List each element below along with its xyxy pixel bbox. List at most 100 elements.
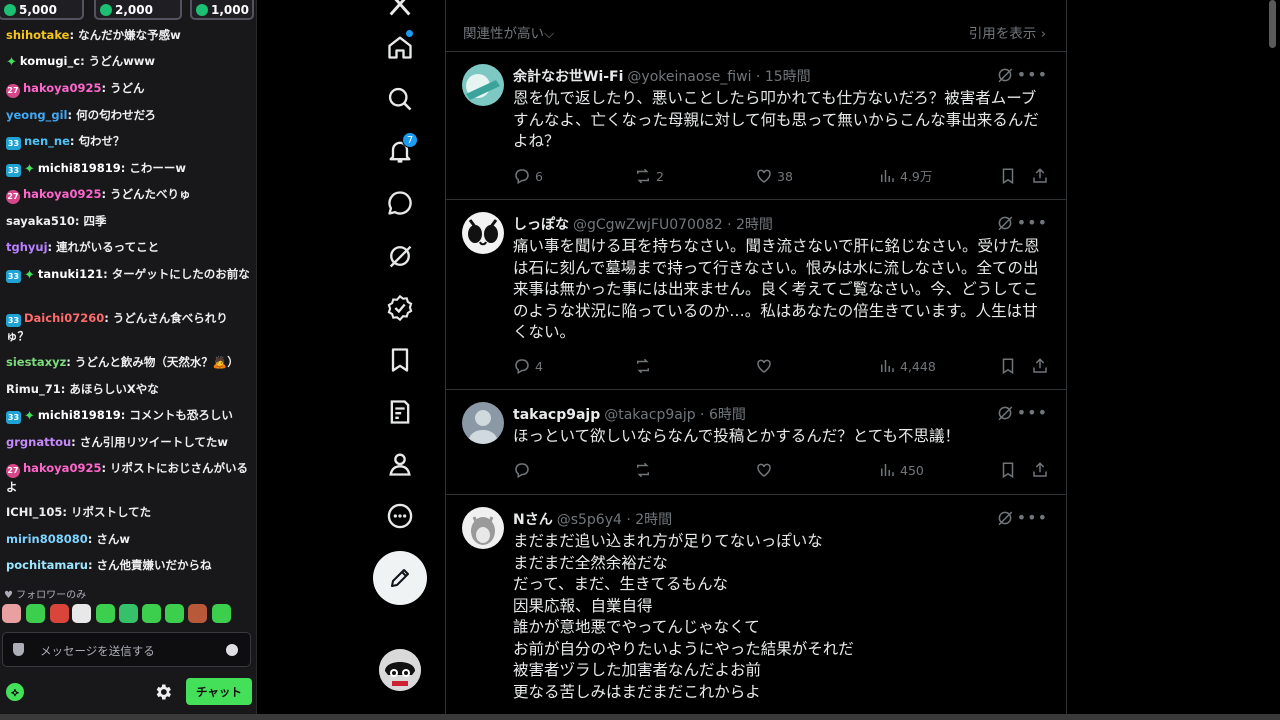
- subscriber-badge-icon[interactable]: 33: [6, 314, 21, 327]
- emote[interactable]: [119, 604, 138, 623]
- chat-bubble-icon[interactable]: [386, 189, 414, 217]
- chat-username[interactable]: hakoya0925: [23, 187, 101, 201]
- account-avatar[interactable]: [379, 649, 421, 691]
- like-button[interactable]: [755, 357, 777, 377]
- gear-icon[interactable]: [153, 682, 173, 702]
- bookmark-icon[interactable]: [386, 346, 414, 374]
- share-button[interactable]: [1031, 357, 1053, 377]
- views-button[interactable]: 4,448: [878, 357, 936, 377]
- more-options-icon[interactable]: •••: [1017, 508, 1048, 527]
- sparkle-badge-icon[interactable]: ✦: [24, 268, 35, 283]
- grok-icon[interactable]: [996, 214, 1014, 232]
- user-avatar[interactable]: [462, 64, 504, 106]
- emote[interactable]: [212, 604, 231, 623]
- view-quotes-link[interactable]: 引用を表示 ›: [969, 22, 1046, 42]
- chat-message-input[interactable]: メッセージを送信する: [2, 632, 251, 667]
- bits-tier-3[interactable]: 1,000: [190, 0, 254, 20]
- compose-post-button[interactable]: [373, 551, 427, 605]
- chat-username[interactable]: yeong_gil: [6, 108, 67, 122]
- repost-button[interactable]: 2: [634, 167, 664, 187]
- more-options-icon[interactable]: [386, 502, 414, 530]
- subscriber-badge-icon[interactable]: 33: [6, 411, 21, 424]
- repost-button[interactable]: [634, 357, 656, 377]
- chat-username[interactable]: komugi_c: [20, 54, 80, 68]
- subscriber-badge-icon[interactable]: 27: [6, 190, 20, 204]
- reply-post[interactable]: しっぽな @gCgwZwjFU070082 · 2時間 ••• 痛い事を聞ける耳を…: [446, 200, 1066, 390]
- more-options-icon[interactable]: •••: [1017, 65, 1048, 84]
- repost-button[interactable]: [634, 461, 656, 481]
- reply-button[interactable]: 4: [513, 357, 543, 377]
- page-scrollbar[interactable]: [1266, 0, 1280, 720]
- more-options-icon[interactable]: •••: [1017, 403, 1048, 422]
- like-button[interactable]: [755, 461, 777, 481]
- reply-button[interactable]: 6: [513, 167, 543, 187]
- emote[interactable]: [96, 604, 115, 623]
- user-avatar[interactable]: [462, 212, 504, 254]
- chat-username[interactable]: Daichi07260: [24, 311, 104, 325]
- chat-username[interactable]: Rimu_71: [6, 382, 61, 396]
- grok-icon[interactable]: [996, 404, 1014, 422]
- emote[interactable]: [165, 604, 184, 623]
- bookmark-button[interactable]: [999, 357, 1021, 377]
- chat-username[interactable]: shihotake: [6, 28, 69, 42]
- sparkle-badge-icon[interactable]: ✦: [24, 409, 35, 424]
- subscriber-badge-icon[interactable]: 33: [6, 270, 21, 283]
- subscriber-badge-icon[interactable]: 27: [6, 84, 20, 98]
- emote-picker-icon[interactable]: [226, 644, 238, 656]
- reply-button[interactable]: [513, 461, 535, 481]
- display-name[interactable]: takacp9ajp: [513, 407, 600, 423]
- channel-points-icon[interactable]: ⟡: [6, 683, 24, 701]
- articles-icon[interactable]: [386, 398, 414, 426]
- chat-username[interactable]: tanuki121: [38, 267, 103, 281]
- bookmark-button[interactable]: [999, 167, 1021, 187]
- profile-icon[interactable]: [386, 450, 414, 478]
- handle-and-time[interactable]: @yokeinaose_fiwi · 15時間: [627, 69, 810, 85]
- chat-username[interactable]: sayaka510: [6, 214, 75, 228]
- x-logo-icon[interactable]: [386, 0, 414, 18]
- reply-post[interactable]: takacp9ajp @takacp9ajp · 6時間 ••• ほっといて欲しい…: [446, 390, 1066, 495]
- chat-username[interactable]: tghyuj: [6, 240, 48, 254]
- emote[interactable]: [142, 604, 161, 623]
- chat-username[interactable]: nen_ne: [24, 134, 70, 148]
- chat-username[interactable]: hakoya0925: [23, 81, 101, 95]
- chat-username[interactable]: mirin808080: [6, 532, 88, 546]
- handle-and-time[interactable]: @gCgwZwjFU070082 · 2時間: [573, 217, 773, 233]
- grok-icon[interactable]: [996, 509, 1014, 527]
- views-button[interactable]: 4.9万: [878, 167, 932, 187]
- home-icon[interactable]: [386, 33, 414, 61]
- handle-and-time[interactable]: @takacp9ajp · 6時間: [604, 407, 746, 423]
- emote[interactable]: [72, 604, 91, 623]
- user-avatar[interactable]: [462, 507, 504, 549]
- sort-dropdown[interactable]: 関連性が高い⌵: [463, 22, 554, 42]
- bookmark-button[interactable]: [999, 461, 1021, 481]
- grok-icon[interactable]: [386, 242, 414, 270]
- bits-tier-1[interactable]: 5,000: [0, 0, 84, 20]
- more-options-icon[interactable]: •••: [1017, 213, 1048, 232]
- scrollbar-thumb[interactable]: [1269, 0, 1276, 48]
- bits-tier-2[interactable]: 2,000: [94, 0, 182, 20]
- emote[interactable]: [50, 604, 69, 623]
- shield-icon[interactable]: [13, 643, 24, 656]
- share-button[interactable]: [1031, 167, 1053, 187]
- subscriber-badge-icon[interactable]: 33: [6, 137, 21, 150]
- chat-username[interactable]: michi819819: [38, 161, 121, 175]
- sparkle-badge-icon[interactable]: ✦: [24, 162, 35, 177]
- views-button[interactable]: 450: [878, 461, 924, 481]
- chat-send-button[interactable]: チャット: [186, 678, 252, 705]
- subscriber-badge-icon[interactable]: 33: [6, 164, 21, 177]
- share-button[interactable]: [1031, 461, 1053, 481]
- grok-icon[interactable]: [996, 66, 1014, 84]
- verified-icon[interactable]: [386, 294, 414, 322]
- display-name[interactable]: 余計なお世Wi-Fi: [513, 69, 623, 85]
- chat-username[interactable]: grgnattou: [6, 435, 71, 449]
- handle-and-time[interactable]: @s5p6y4 · 2時間: [557, 512, 672, 528]
- display-name[interactable]: Nさん: [513, 512, 553, 528]
- search-icon[interactable]: [386, 85, 414, 113]
- chat-username[interactable]: hakoya0925: [23, 461, 101, 475]
- subscriber-badge-icon[interactable]: 27: [6, 464, 20, 478]
- reply-post[interactable]: 余計なお世Wi-Fi @yokeinaose_fiwi · 15時間 ••• 恩を…: [446, 52, 1066, 200]
- chat-username[interactable]: ICHI_105: [6, 505, 62, 519]
- like-button[interactable]: 38: [755, 167, 793, 187]
- emote[interactable]: [188, 604, 207, 623]
- display-name[interactable]: しっぽな: [513, 217, 569, 233]
